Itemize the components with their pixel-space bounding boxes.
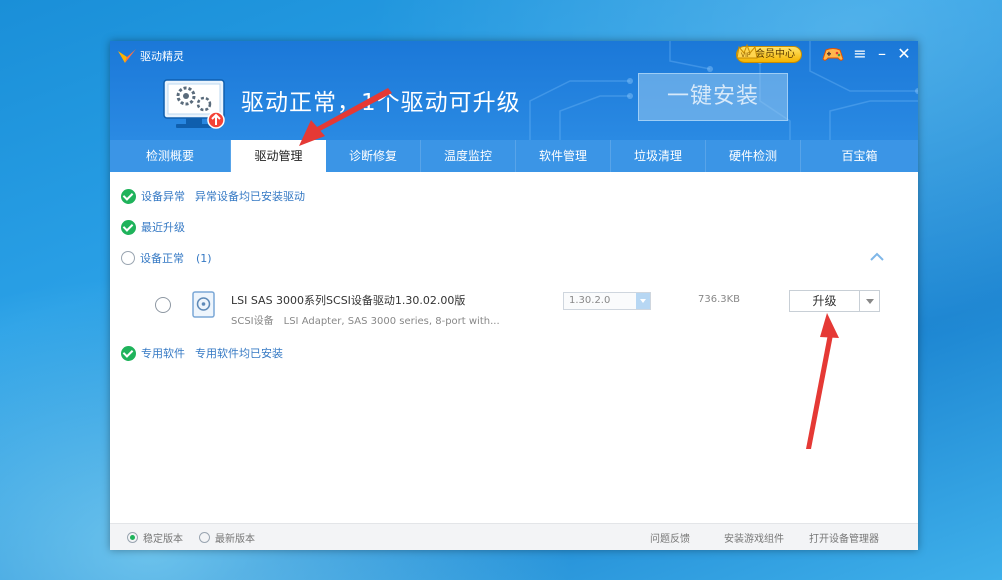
section-normal[interactable]: 设备正常 (1) [121,250,212,266]
tab-toolbox[interactable]: 百宝箱 [801,140,918,172]
menu-icon[interactable]: ≡ [851,45,869,63]
chevron-up-icon[interactable] [870,252,884,262]
driver-size: 736.3KB [698,294,741,305]
vip-label: 会员中心 [755,49,795,60]
vip-badge[interactable]: VIP 会员中心 [736,43,802,63]
app-logo-icon [118,49,136,63]
driver-list: 设备异常 异常设备均已安装驱动 最近升级 设备正常 (1) LSI SAS 30… [110,172,918,518]
check-icon [121,219,136,235]
version-value: 1.30.2.0 [569,295,611,306]
minimize-button[interactable]: – [873,45,891,63]
upgrade-dropdown-button[interactable] [859,290,880,312]
section-recent[interactable]: 最近升级 [121,219,185,235]
latest-version-option[interactable]: 最新版本 [199,530,255,545]
section-count: (1) [196,251,212,265]
game-controller-icon[interactable] [822,45,844,63]
app-brand: 驱动精灵 [116,47,184,65]
latest-label: 最新版本 [215,534,255,545]
section-special[interactable]: 专用软件 专用软件均已安装 [121,345,283,361]
driver-category: SCSI设备 [231,316,274,327]
close-button[interactable]: ✕ [895,45,913,63]
driver-name: LSI SAS 3000系列SCSI设备驱动1.30.02.00版 [231,294,466,307]
header: 驱动精灵 驱动正常，1个驱动可升级 一键安装 VIP 会员中心 ≡ – ✕ [110,41,918,140]
tab-software[interactable]: 软件管理 [516,140,611,172]
driver-select-radio[interactable] [155,297,171,313]
tab-temperature[interactable]: 温度监控 [421,140,516,172]
chevron-down-icon[interactable] [636,293,650,309]
driver-monitor-icon [163,79,225,129]
upgrade-button[interactable]: 升级 [789,290,860,312]
footer-bar: 稳定版本 最新版本 问题反馈 安装游戏组件 打开设备管理器 [110,523,918,550]
section-label: 最近升级 [141,221,185,234]
tab-overview[interactable]: 检测概要 [110,140,231,172]
section-label: 设备正常 [140,252,184,265]
tab-driver-management[interactable]: 驱动管理 [231,140,326,172]
stable-label: 稳定版本 [143,534,183,545]
device-manager-link[interactable]: 打开设备管理器 [809,530,879,545]
one-click-install-button[interactable]: 一键安装 [638,73,788,121]
latest-radio[interactable] [199,532,210,543]
tab-cleanup[interactable]: 垃圾清理 [611,140,706,172]
vip-crown-icon: VIP [736,43,758,59]
svg-text:VIP: VIP [741,52,751,59]
check-icon [121,188,136,204]
stable-version-option[interactable]: 稳定版本 [127,530,183,545]
feedback-link[interactable]: 问题反馈 [650,530,690,545]
app-title: 驱动精灵 [140,50,184,63]
tab-diagnosis-repair[interactable]: 诊断修复 [326,140,421,172]
vip-center[interactable]: VIP 会员中心 [736,43,802,64]
check-icon [121,345,136,361]
disk-driver-icon [192,291,215,318]
tab-bar: 检测概要 驱动管理 诊断修复 温度监控 软件管理 垃圾清理 硬件检测 百宝箱 [110,140,918,172]
tab-hardware[interactable]: 硬件检测 [706,140,801,172]
section-label: 设备异常 [141,190,185,203]
app-window: 驱动精灵 驱动正常，1个驱动可升级 一键安装 VIP 会员中心 ≡ – ✕ 检测… [110,41,918,550]
select-all-radio[interactable] [121,251,135,265]
section-label: 专用软件 [141,347,185,360]
section-desc: 专用软件均已安装 [195,347,283,360]
version-select[interactable]: 1.30.2.0 [563,292,651,310]
driver-details: SCSI设备 LSI Adapter, SAS 3000 series, 8-po… [231,312,500,327]
section-desc: 异常设备均已安装驱动 [195,190,305,203]
stable-radio[interactable] [127,532,138,543]
install-game-link[interactable]: 安装游戏组件 [724,530,784,545]
driver-description: LSI Adapter, SAS 3000 series, 8-port wit… [283,316,500,327]
status-title: 驱动正常，1个驱动可升级 [241,90,521,116]
section-abnormal[interactable]: 设备异常 异常设备均已安装驱动 [121,188,305,204]
